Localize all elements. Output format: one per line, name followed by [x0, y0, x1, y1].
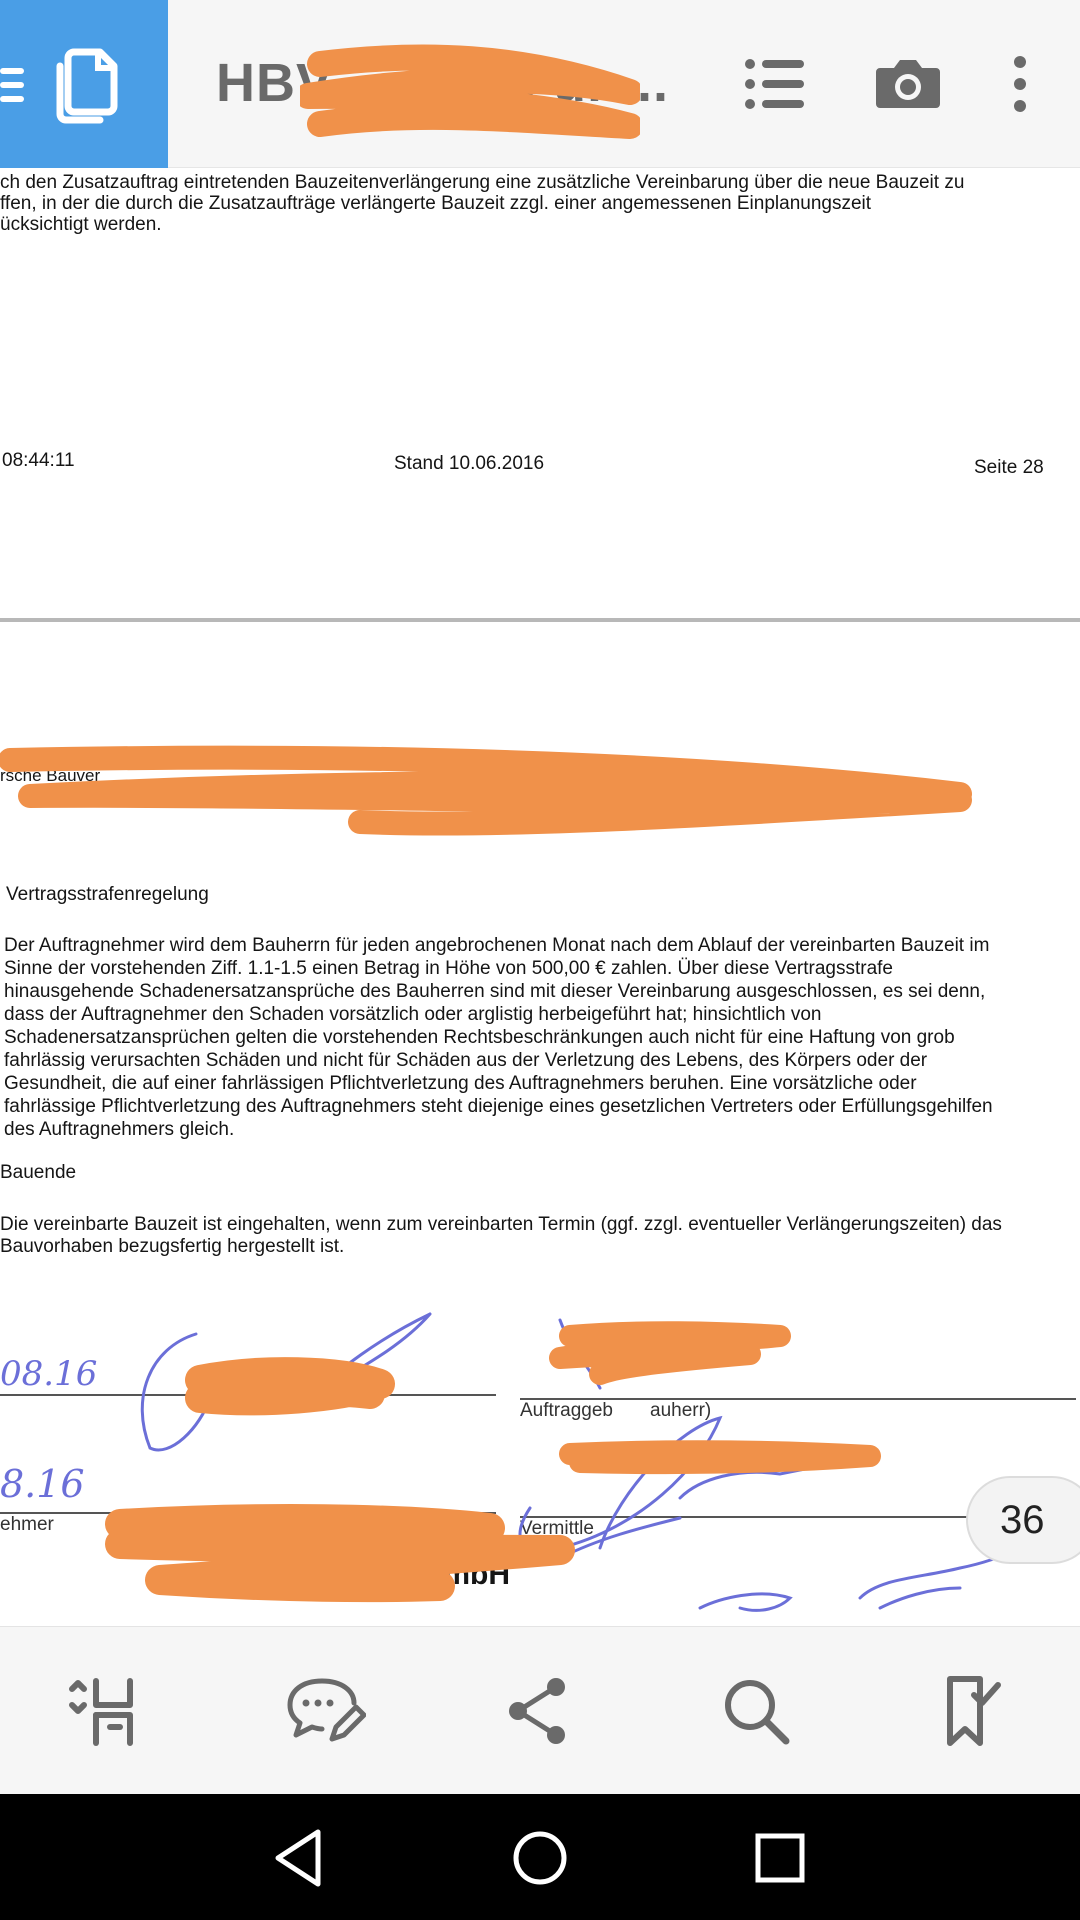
paragraph-bauzeit-continued: ch den Zusatzauftrag eintretenden Bauzei…	[0, 172, 965, 235]
camera-button[interactable]	[866, 42, 950, 126]
more-vert-icon	[1014, 56, 1026, 112]
documents-icon	[0, 48, 118, 124]
back-button[interactable]	[262, 1820, 338, 1896]
redaction-scribble-signatures	[105, 1321, 881, 1603]
reflow-view-icon	[69, 1678, 133, 1746]
page-footer-number: Seite 28	[974, 457, 1044, 478]
bookmark-check-icon	[947, 1676, 1001, 1746]
documents-button[interactable]	[0, 0, 168, 168]
back-icon	[275, 1829, 321, 1887]
camera-icon	[876, 60, 940, 108]
recents-button[interactable]	[742, 1820, 818, 1896]
comment-button[interactable]	[282, 1669, 366, 1753]
share-icon	[509, 1678, 565, 1744]
reflow-view-button[interactable]	[62, 1669, 146, 1753]
page-footer-time: 08:44:11	[2, 450, 75, 471]
search-icon	[725, 1680, 790, 1745]
redaction-scribble-letterhead	[0, 745, 972, 836]
section-title-bauende: Bauende	[0, 1162, 77, 1183]
redaction-scribble-title	[300, 44, 640, 139]
top-app-bar: HBV n un...	[0, 0, 1080, 168]
outline-list-button[interactable]	[732, 42, 816, 126]
recents-icon	[755, 1833, 805, 1883]
document-viewport[interactable]: ch den Zusatzauftrag eintretenden Bauzei…	[0, 168, 1080, 1626]
comment-edit-icon	[287, 1678, 366, 1742]
home-button[interactable]	[502, 1820, 578, 1896]
paragraph-bauende: Die vereinbarte Bauzeit ist eingehalten,…	[0, 1214, 1002, 1257]
page-separator	[0, 618, 1080, 622]
system-navigation-bar	[0, 1794, 1080, 1920]
page-number-indicator[interactable]: 36	[966, 1476, 1080, 1564]
more-options-button[interactable]	[978, 42, 1062, 126]
share-button[interactable]	[496, 1669, 580, 1753]
page-footer-stand: Stand 10.06.2016	[394, 453, 545, 474]
section-title-vertragsstrafe: Vertragsstrafenregelung	[6, 884, 209, 905]
paragraph-vertragsstrafe: Der Auftragnehmer wird dem Bauherrn für …	[4, 935, 993, 1140]
bookmark-button[interactable]	[928, 1669, 1012, 1753]
home-icon	[513, 1831, 567, 1885]
bottom-toolbar	[0, 1626, 1080, 1794]
outline-list-icon	[745, 59, 804, 109]
search-button[interactable]	[714, 1669, 798, 1753]
